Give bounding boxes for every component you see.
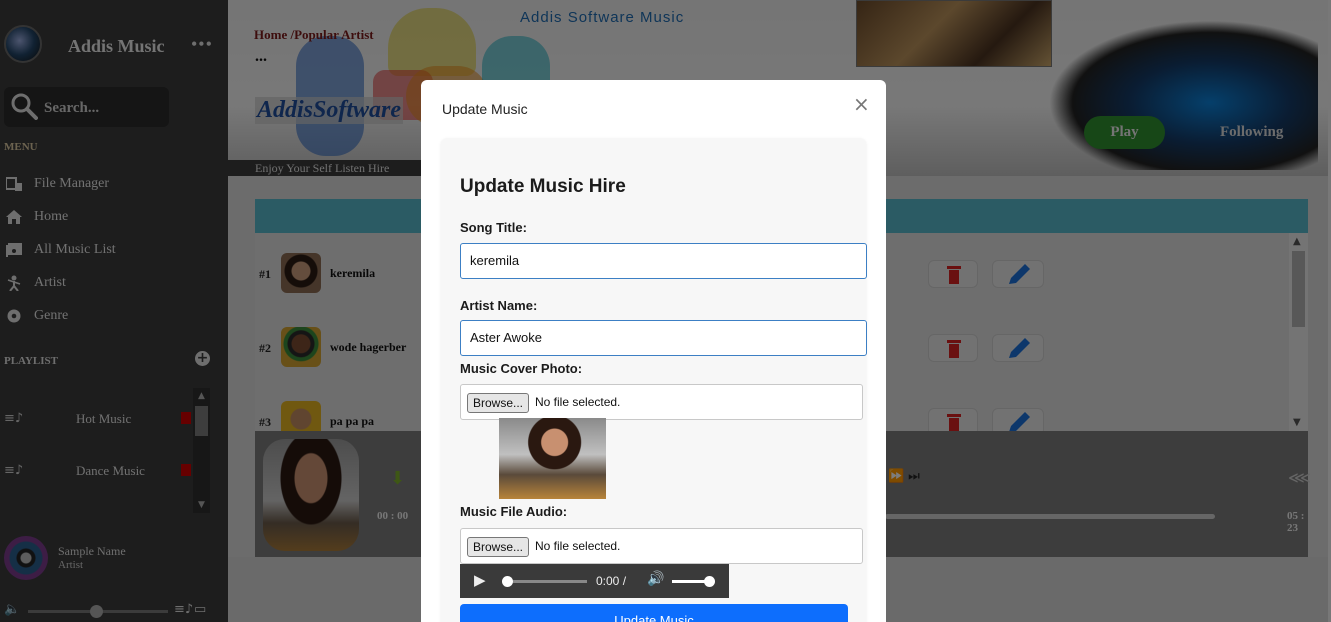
- form-heading: Update Music Hire: [460, 176, 626, 197]
- update-music-modal: Update Music × Update Music Hire Song Ti…: [421, 80, 886, 622]
- update-form-card: Update Music Hire Song Title: keremila A…: [441, 138, 867, 622]
- audio-file-input[interactable]: Browse... No file selected.: [460, 528, 863, 564]
- audio-seek-bar[interactable]: [513, 580, 587, 583]
- audio-file-label: Music File Audio:: [460, 504, 568, 519]
- play-icon[interactable]: ▶: [474, 571, 486, 589]
- volume-icon[interactable]: 🔊: [647, 571, 664, 587]
- close-icon[interactable]: ×: [853, 94, 870, 114]
- file-status: No file selected.: [535, 539, 621, 553]
- cover-photo-label: Music Cover Photo:: [460, 361, 583, 376]
- audio-player: ▶ 0:00 / 🔊: [460, 564, 729, 598]
- browse-button[interactable]: Browse...: [467, 537, 530, 557]
- modal-title: Update Music: [442, 101, 528, 117]
- audio-volume-bar[interactable]: [672, 580, 708, 583]
- file-status: No file selected.: [535, 395, 621, 409]
- audio-time: 0:00 /: [596, 574, 627, 588]
- cover-preview-image: [499, 418, 606, 499]
- audio-volume-knob[interactable]: [704, 576, 715, 587]
- browse-button[interactable]: Browse...: [467, 393, 530, 413]
- app-root: Addis Music ••• Search... MENU File Mana…: [0, 0, 1331, 622]
- song-title-label: Song Title:: [460, 220, 527, 235]
- artist-name-label: Artist Name:: [460, 298, 538, 313]
- song-title-input[interactable]: keremila: [460, 243, 867, 279]
- artist-name-input[interactable]: Aster Awoke: [460, 320, 867, 356]
- audio-seek-knob[interactable]: [502, 576, 513, 587]
- cover-photo-file-input[interactable]: Browse... No file selected.: [460, 384, 863, 420]
- update-music-button[interactable]: Update Music: [460, 604, 848, 622]
